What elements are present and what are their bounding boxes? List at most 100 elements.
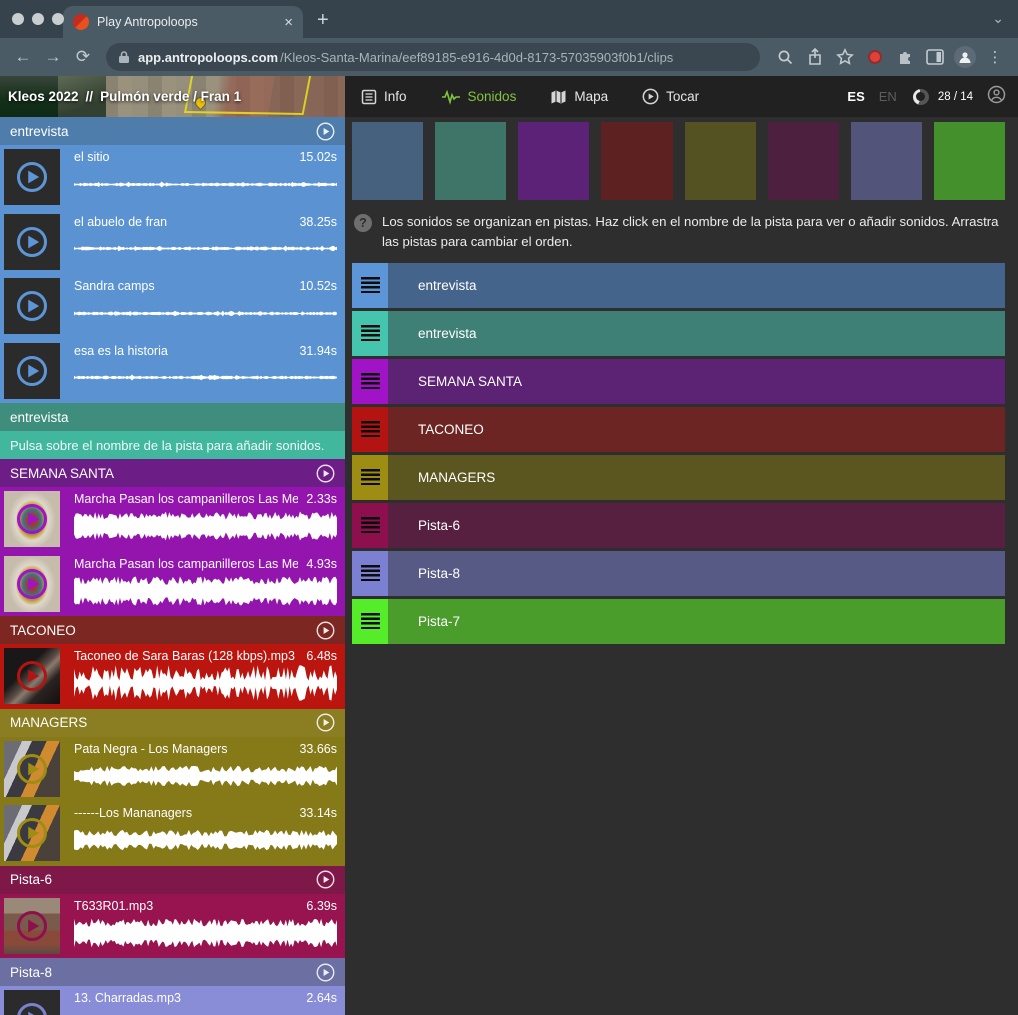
clip-row[interactable]: Sandra camps10.52s — [0, 274, 345, 339]
clip-thumbnail[interactable] — [4, 805, 60, 861]
track-color-square[interactable] — [435, 122, 506, 200]
clip-row[interactable]: ------Los Mananagers33.14s — [0, 801, 345, 866]
play-track-icon[interactable] — [316, 713, 335, 732]
track-drag-handle[interactable] — [352, 359, 388, 404]
clip-thumbnail[interactable] — [4, 278, 60, 334]
tab-close-icon[interactable]: × — [284, 15, 293, 30]
close-window-icon[interactable] — [12, 13, 24, 25]
track-row-body[interactable]: Pista-7 — [388, 599, 1005, 644]
track-row[interactable]: entrevista — [352, 311, 1005, 356]
play-clip-icon[interactable] — [15, 1001, 49, 1015]
track-drag-handle[interactable] — [352, 407, 388, 452]
track-drag-handle[interactable] — [352, 455, 388, 500]
track-header[interactable]: entrevista — [0, 403, 345, 431]
map-banner[interactable]: Kleos 2022 // Pulmón verde / Fran 1 — [0, 76, 345, 117]
track-row-body[interactable]: entrevista — [388, 311, 1005, 356]
reload-button[interactable]: ⟳ — [70, 47, 96, 67]
clip-row[interactable]: 13. Charradas.mp32.64s — [0, 986, 345, 1015]
play-clip-icon[interactable] — [15, 816, 49, 850]
forward-button[interactable]: → — [40, 47, 66, 67]
address-bar[interactable]: app.antropoloops.com /Kleos-Santa-Marina… — [106, 43, 760, 71]
clip-row[interactable]: Taconeo de Sara Baras (128 kbps).mp36.48… — [0, 644, 345, 709]
browser-menu-icon[interactable]: ⋮ — [982, 44, 1008, 70]
minimize-window-icon[interactable] — [32, 13, 44, 25]
extensions-puzzle-icon[interactable] — [892, 44, 918, 70]
track-drag-handle[interactable] — [352, 551, 388, 596]
share-icon[interactable] — [802, 44, 828, 70]
split-view-icon[interactable] — [922, 44, 948, 70]
play-clip-icon[interactable] — [15, 160, 49, 194]
breadcrumb-project[interactable]: Kleos 2022 — [8, 89, 79, 104]
play-clip-icon[interactable] — [15, 659, 49, 693]
track-row[interactable]: Pista-8 — [352, 551, 1005, 596]
clip-row[interactable]: el sitio15.02s — [0, 145, 345, 210]
clip-row[interactable]: Marcha Pasan los campanilleros Las Mejor… — [0, 552, 345, 617]
clip-row[interactable]: Pata Negra - Los Managers33.66s — [0, 737, 345, 802]
new-tab-button[interactable]: + — [317, 9, 329, 32]
account-icon[interactable] — [987, 85, 1006, 109]
browser-tab[interactable]: Play Antropoloops × — [63, 6, 303, 38]
track-drag-handle[interactable] — [352, 263, 388, 308]
clip-thumbnail[interactable] — [4, 343, 60, 399]
clip-thumbnail[interactable] — [4, 898, 60, 954]
track-color-square[interactable] — [518, 122, 589, 200]
track-header[interactable]: entrevista — [0, 117, 345, 145]
clip-thumbnail[interactable] — [4, 556, 60, 612]
nav-sonidos[interactable]: Sonidos — [441, 89, 517, 105]
play-clip-icon[interactable] — [15, 752, 49, 786]
zoom-search-icon[interactable] — [772, 44, 798, 70]
nav-tocar[interactable]: Tocar — [642, 88, 699, 105]
play-clip-icon[interactable] — [15, 502, 49, 536]
track-row-body[interactable]: entrevista — [388, 263, 1005, 308]
track-header[interactable]: MANAGERS — [0, 709, 345, 737]
play-track-icon[interactable] — [316, 963, 335, 982]
clip-row[interactable]: el abuelo de fran38.25s — [0, 210, 345, 275]
play-track-icon[interactable] — [316, 621, 335, 640]
track-row-body[interactable]: SEMANA SANTA — [388, 359, 1005, 404]
clip-thumbnail[interactable] — [4, 990, 60, 1015]
lang-es-button[interactable]: ES — [847, 89, 864, 104]
track-row[interactable]: TACONEO — [352, 407, 1005, 452]
track-drag-handle[interactable] — [352, 599, 388, 644]
clip-thumbnail[interactable] — [4, 491, 60, 547]
bookmark-star-icon[interactable] — [832, 44, 858, 70]
track-row[interactable]: Pista-6 — [352, 503, 1005, 548]
track-color-square[interactable] — [601, 122, 672, 200]
track-row[interactable]: SEMANA SANTA — [352, 359, 1005, 404]
profile-avatar[interactable] — [952, 44, 978, 70]
clip-row[interactable]: esa es la historia31.94s — [0, 339, 345, 404]
play-clip-icon[interactable] — [15, 289, 49, 323]
track-header[interactable]: SEMANA SANTA — [0, 459, 345, 487]
record-extension-icon[interactable] — [862, 44, 888, 70]
window-controls[interactable] — [12, 13, 64, 25]
clip-thumbnail[interactable] — [4, 648, 60, 704]
play-clip-icon[interactable] — [15, 567, 49, 601]
clip-thumbnail[interactable] — [4, 149, 60, 205]
track-row[interactable]: entrevista — [352, 263, 1005, 308]
clip-thumbnail[interactable] — [4, 741, 60, 797]
clip-thumbnail[interactable] — [4, 214, 60, 270]
play-track-icon[interactable] — [316, 464, 335, 483]
track-color-square[interactable] — [685, 122, 756, 200]
track-color-square[interactable] — [768, 122, 839, 200]
nav-info[interactable]: Info — [361, 89, 407, 105]
track-drag-handle[interactable] — [352, 311, 388, 356]
track-color-square[interactable] — [352, 122, 423, 200]
track-header[interactable]: Pista-6 — [0, 866, 345, 894]
track-drag-handle[interactable] — [352, 503, 388, 548]
play-track-icon[interactable] — [316, 870, 335, 889]
track-row[interactable]: MANAGERS — [352, 455, 1005, 500]
track-row-body[interactable]: Pista-8 — [388, 551, 1005, 596]
track-row[interactable]: Pista-7 — [352, 599, 1005, 644]
play-clip-icon[interactable] — [15, 909, 49, 943]
play-clip-icon[interactable] — [15, 354, 49, 388]
play-clip-icon[interactable] — [15, 225, 49, 259]
track-color-square[interactable] — [851, 122, 922, 200]
clip-row[interactable]: T633R01.mp36.39s — [0, 894, 345, 959]
track-row-body[interactable]: MANAGERS — [388, 455, 1005, 500]
back-button[interactable]: ← — [10, 47, 36, 67]
track-header[interactable]: Pista-8 — [0, 958, 345, 986]
track-color-square[interactable] — [934, 122, 1005, 200]
zoom-window-icon[interactable] — [52, 13, 64, 25]
track-row-body[interactable]: Pista-6 — [388, 503, 1005, 548]
